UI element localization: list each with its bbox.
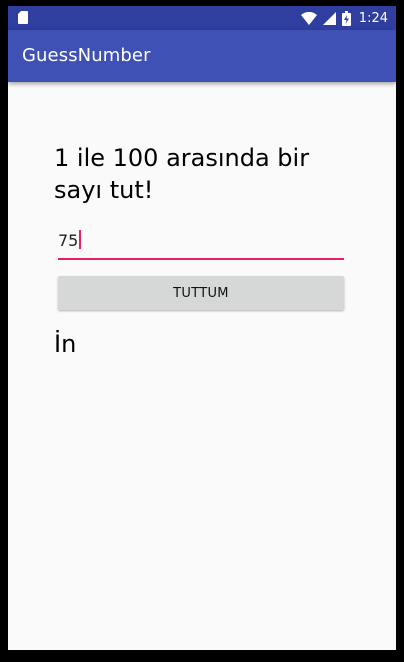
signal-icon [322, 11, 336, 25]
main-content: 1 ile 100 arasında bir sayı tut! 75 TUTT… [8, 82, 396, 650]
status-bar: 1:24 [8, 6, 396, 30]
battery-charging-icon [341, 10, 351, 26]
status-time: 1:24 [358, 10, 388, 26]
number-input-text: 75 [58, 231, 79, 250]
device-frame: 1:24 GuessNumber 1 ile 100 arasında bir … [0, 0, 404, 662]
sd-card-icon [18, 11, 28, 24]
status-icons: 1:24 [300, 8, 388, 28]
result-text: İn [54, 330, 77, 358]
guess-button[interactable]: TUTTUM [58, 276, 344, 310]
wifi-icon [300, 11, 317, 25]
phone-screen: 1:24 GuessNumber 1 ile 100 arasında bir … [8, 6, 396, 650]
prompt-text: 1 ile 100 arasında bir sayı tut! [54, 144, 310, 204]
number-input-value: 75 [58, 230, 82, 252]
text-cursor [79, 230, 82, 249]
app-bar: GuessNumber [8, 30, 396, 82]
app-title: GuessNumber [22, 45, 151, 66]
number-input[interactable]: 75 [58, 228, 344, 260]
